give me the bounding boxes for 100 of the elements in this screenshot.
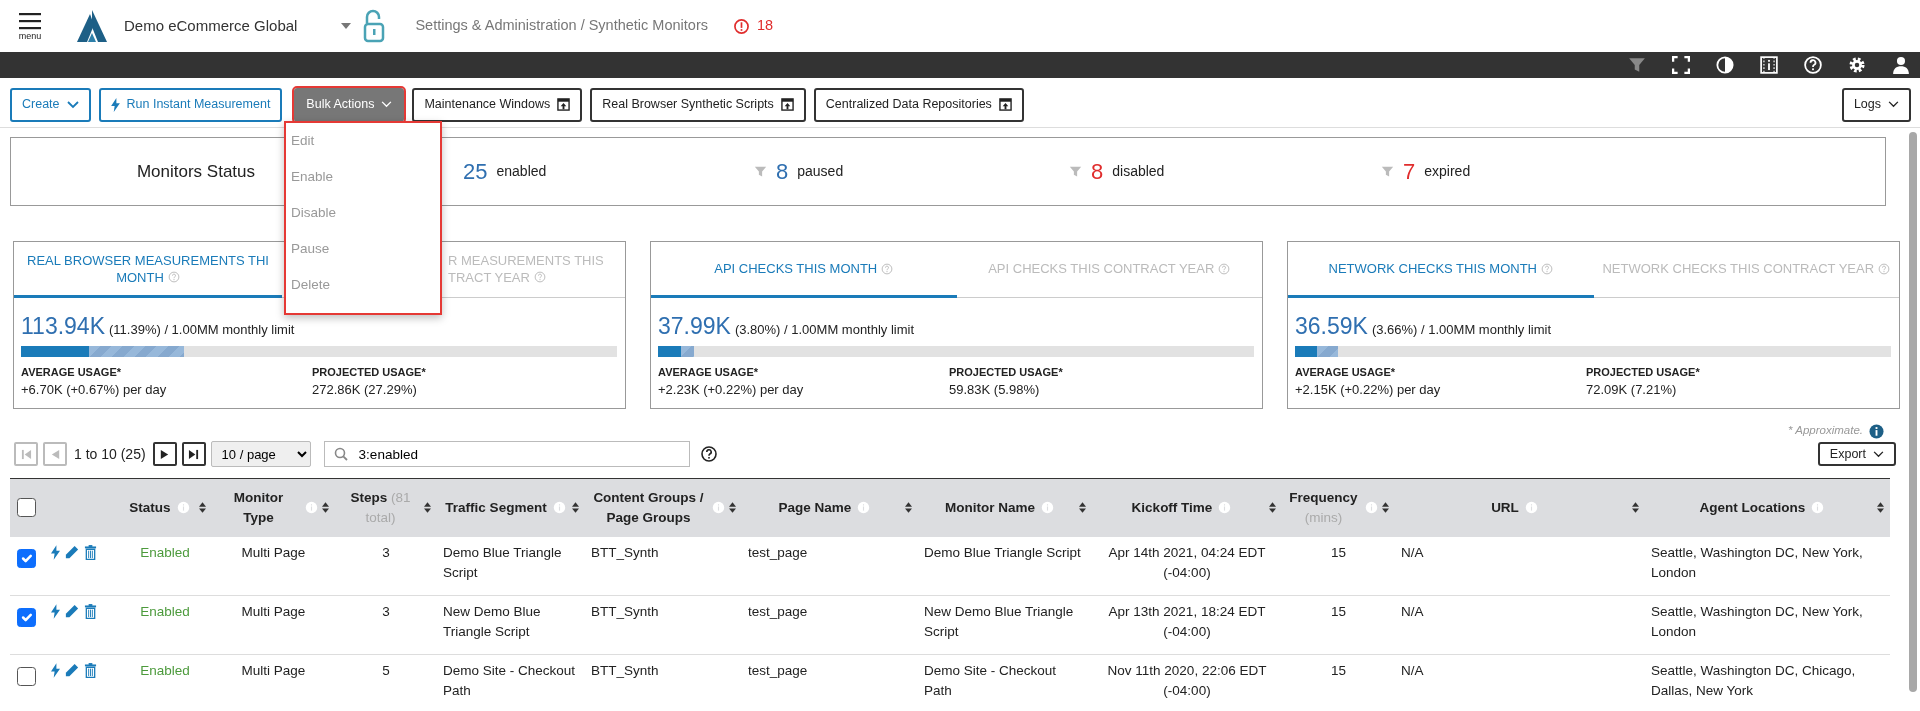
trash-icon[interactable] [84, 604, 97, 619]
alert-icon[interactable] [733, 18, 749, 34]
table-cell: 15 [1282, 595, 1395, 655]
table-cell: Demo Site - Checkout Path [918, 654, 1092, 711]
table-cell: Seattle, Washington DC, New York, London [1645, 595, 1890, 655]
table-cell: Nov 11th 2020, 22:06 EDT (-04:00) [1092, 654, 1282, 711]
row-checkbox[interactable] [17, 608, 36, 627]
table-cell: 3 [335, 536, 437, 596]
select-all-checkbox[interactable] [17, 497, 36, 517]
page-range: 1 to 10 (25) [73, 444, 147, 464]
table-cell: test_page [742, 536, 918, 596]
table-cell: BTT_Synth [585, 595, 742, 655]
row-checkbox[interactable] [17, 667, 36, 686]
projected-usage-value: 72.09K (7.21%) [1586, 381, 1678, 399]
help-icon[interactable] [700, 446, 717, 462]
table-cell: N/A [1395, 595, 1645, 655]
table-cell: 3 [335, 595, 437, 655]
sort-icon[interactable] [572, 502, 579, 514]
breadcrumb: Settings & Administration / Synthetic Monitors [415, 16, 708, 36]
caret-icon[interactable] [341, 23, 352, 29]
row-checkbox[interactable] [17, 548, 36, 568]
sort-icon[interactable] [1079, 502, 1086, 514]
popout-icon [998, 98, 1012, 111]
column-header[interactable]: URL [1491, 497, 1519, 518]
column-header[interactable]: Kickoff Time [1131, 497, 1213, 518]
bolt-icon[interactable] [51, 604, 60, 619]
bolt-icon[interactable] [51, 663, 60, 678]
popout-icon [557, 98, 571, 111]
table-cell: test_page [742, 595, 918, 655]
chevron-down-icon [1873, 450, 1884, 458]
contrast-icon[interactable] [1716, 56, 1734, 74]
table-cell: Apr 14th 2021, 04:24 EDT (-04:00) [1092, 536, 1282, 596]
pencil-icon[interactable] [65, 663, 79, 677]
create-button[interactable]: Create [10, 87, 91, 122]
sort-icon[interactable] [1632, 502, 1639, 514]
status-count[interactable]: 25 [463, 155, 488, 188]
filter-icon[interactable] [1628, 56, 1646, 74]
average-usage-value: +6.70K (+0.67%) per day [21, 381, 168, 399]
sort-icon[interactable] [199, 502, 206, 514]
usage-limit: (3.66%) / 1.00MM monthly limit [1371, 321, 1552, 339]
bolt-icon [110, 97, 120, 112]
column-header[interactable]: Agent Locations [1699, 497, 1806, 518]
usage-tab[interactable]: API CHECKS THIS MONTH [651, 242, 957, 298]
alert-count[interactable]: 18 [756, 15, 774, 37]
bulk-actions-button[interactable]: Bulk Actions [294, 87, 405, 122]
trash-icon[interactable] [84, 663, 97, 678]
column-header[interactable]: Page Name [778, 497, 852, 518]
run-measurement-button[interactable]: Run Instant Measurement [98, 87, 283, 122]
status-title: Monitors Status [136, 161, 256, 181]
status-label: enabled [496, 162, 547, 181]
column-header[interactable]: Monitor Name [945, 497, 1035, 518]
table-cell: N/A [1395, 536, 1645, 596]
logs-button[interactable]: Logs [1841, 87, 1911, 122]
settings-icon[interactable] [1848, 56, 1866, 74]
pencil-icon[interactable] [65, 544, 79, 559]
account-name[interactable]: Demo eCommerce Global [124, 14, 298, 38]
table-cell: Multi Page [212, 654, 335, 711]
search-field[interactable]: 3:enabled [323, 441, 690, 467]
table-cell: Demo Blue Triangle Script [918, 536, 1092, 596]
sort-icon[interactable] [1382, 502, 1389, 514]
status-count[interactable]: 7 [1403, 155, 1416, 188]
scrollbar-thumb[interactable] [1909, 132, 1917, 692]
sort-icon[interactable] [322, 502, 329, 514]
menu-button[interactable]: menu [16, 11, 44, 41]
film-info-icon[interactable] [1760, 56, 1778, 74]
popout-button[interactable]: Centralized Data Repositories [813, 87, 1024, 122]
popout-button[interactable]: Maintenance Windows [412, 87, 583, 122]
table-cell: 15 [1282, 654, 1395, 711]
average-usage-value: +2.15K (+0.22%) per day [1295, 381, 1442, 399]
next-page-button[interactable] [152, 442, 177, 466]
last-page-button[interactable] [181, 442, 206, 466]
page-size-select[interactable]: 10 / page [210, 441, 311, 467]
column-header[interactable]: Status [129, 497, 171, 518]
sort-icon[interactable] [729, 502, 736, 514]
fullscreen-icon[interactable] [1672, 56, 1690, 74]
usage-tab[interactable]: REAL BROWSER MEASUREMENTS THI MONTH [14, 242, 282, 298]
sort-icon[interactable] [1877, 502, 1884, 514]
usage-limit: (3.80%) / 1.00MM monthly limit [734, 321, 915, 339]
usage-limit: (11.39%) / 1.00MM monthly limit [109, 321, 295, 339]
usage-tab[interactable]: NETWORK CHECKS THIS MONTH [1288, 242, 1594, 298]
status-label: paused [797, 162, 844, 181]
sort-icon[interactable] [1269, 502, 1276, 514]
projected-usage-value: 59.83K (5.98%) [949, 381, 1041, 399]
average-usage-label: AVERAGE USAGE* [21, 364, 123, 380]
trash-icon[interactable] [84, 544, 97, 560]
bolt-icon[interactable] [51, 544, 60, 560]
padlock-icon[interactable] [363, 9, 386, 43]
table-cell: N/A [1395, 654, 1645, 711]
popout-button[interactable]: Real Browser Synthetic Scripts [590, 87, 806, 122]
pencil-icon[interactable] [65, 604, 79, 618]
table-cell: BTT_Synth [585, 536, 742, 596]
chevron-down-icon [1888, 101, 1899, 108]
sort-icon[interactable] [905, 502, 912, 514]
sort-icon[interactable] [424, 502, 431, 514]
user-icon[interactable] [1892, 56, 1910, 74]
info-icon[interactable] [1869, 423, 1884, 439]
status-count[interactable]: 8 [1091, 155, 1104, 188]
export-button[interactable]: Export [1817, 442, 1896, 466]
status-count[interactable]: 8 [776, 155, 789, 188]
table-cell: test_page [742, 654, 918, 711]
